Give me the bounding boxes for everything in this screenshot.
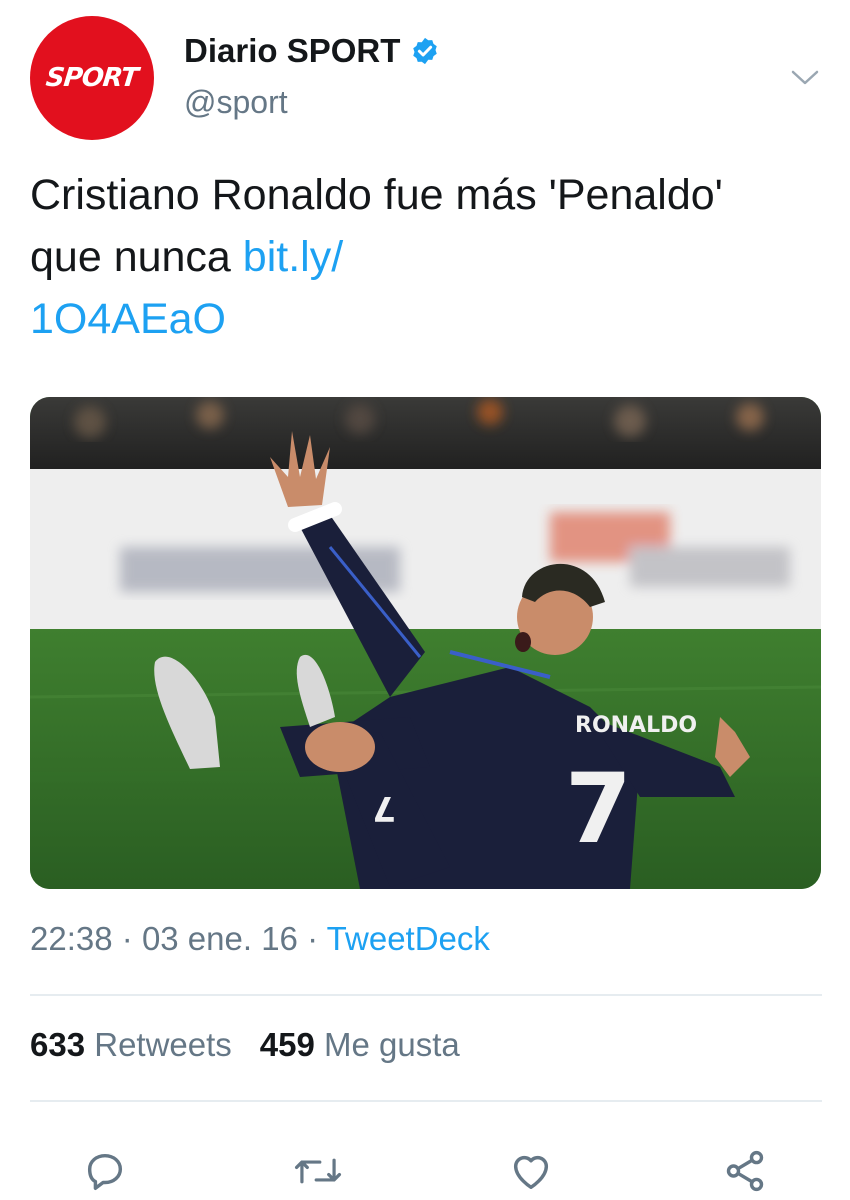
user-handle[interactable]: @sport bbox=[184, 84, 288, 121]
retweet-icon[interactable] bbox=[293, 1146, 343, 1196]
likes-label: Me gusta bbox=[324, 1026, 460, 1063]
tweet-meta: 22:38 · 03 ene. 16 · TweetDeck bbox=[30, 920, 490, 958]
share-icon[interactable] bbox=[720, 1146, 770, 1196]
likes-count: 459 bbox=[259, 1026, 315, 1063]
jersey-name-text: RONALDO bbox=[575, 713, 697, 738]
tweet-photo[interactable]: RONALDO 7 7 bbox=[30, 397, 821, 889]
tweet-actions bbox=[0, 1140, 850, 1200]
like-icon[interactable] bbox=[506, 1146, 556, 1196]
tweet-header: SPORT Diario SPORT @sport bbox=[30, 16, 820, 144]
reply-icon[interactable] bbox=[80, 1146, 130, 1196]
tweet-stats: 633 Retweets 459 Me gusta bbox=[30, 1026, 460, 1064]
meta-separator: · bbox=[307, 920, 319, 957]
tweet-body: Cristiano Ronaldo fue más 'Penaldo' que … bbox=[30, 171, 723, 281]
display-name[interactable]: Diario SPORT bbox=[184, 32, 400, 70]
name-row: Diario SPORT bbox=[184, 32, 440, 70]
tweet-time: 22:38 bbox=[30, 920, 113, 957]
retweets-label: Retweets bbox=[94, 1026, 232, 1063]
chevron-down-icon[interactable] bbox=[790, 68, 820, 88]
divider bbox=[30, 994, 822, 996]
verified-badge-icon bbox=[410, 36, 440, 66]
tweet-text: Cristiano Ronaldo fue más 'Penaldo' que … bbox=[30, 164, 800, 350]
avatar[interactable]: SPORT bbox=[30, 16, 154, 140]
likes-stat[interactable]: 459 Me gusta bbox=[260, 1026, 460, 1064]
retweets-stat[interactable]: 633 Retweets bbox=[30, 1026, 232, 1064]
shorts-number-text: 7 bbox=[372, 788, 396, 828]
tweet-date: 03 ene. 16 bbox=[141, 920, 298, 957]
tweet-source-link[interactable]: TweetDeck bbox=[327, 920, 490, 957]
retweets-count: 633 bbox=[30, 1026, 86, 1063]
divider bbox=[30, 1100, 822, 1102]
meta-separator: · bbox=[121, 920, 133, 957]
avatar-logo-text: SPORT bbox=[44, 63, 140, 93]
jersey-number-text: 7 bbox=[565, 753, 632, 865]
